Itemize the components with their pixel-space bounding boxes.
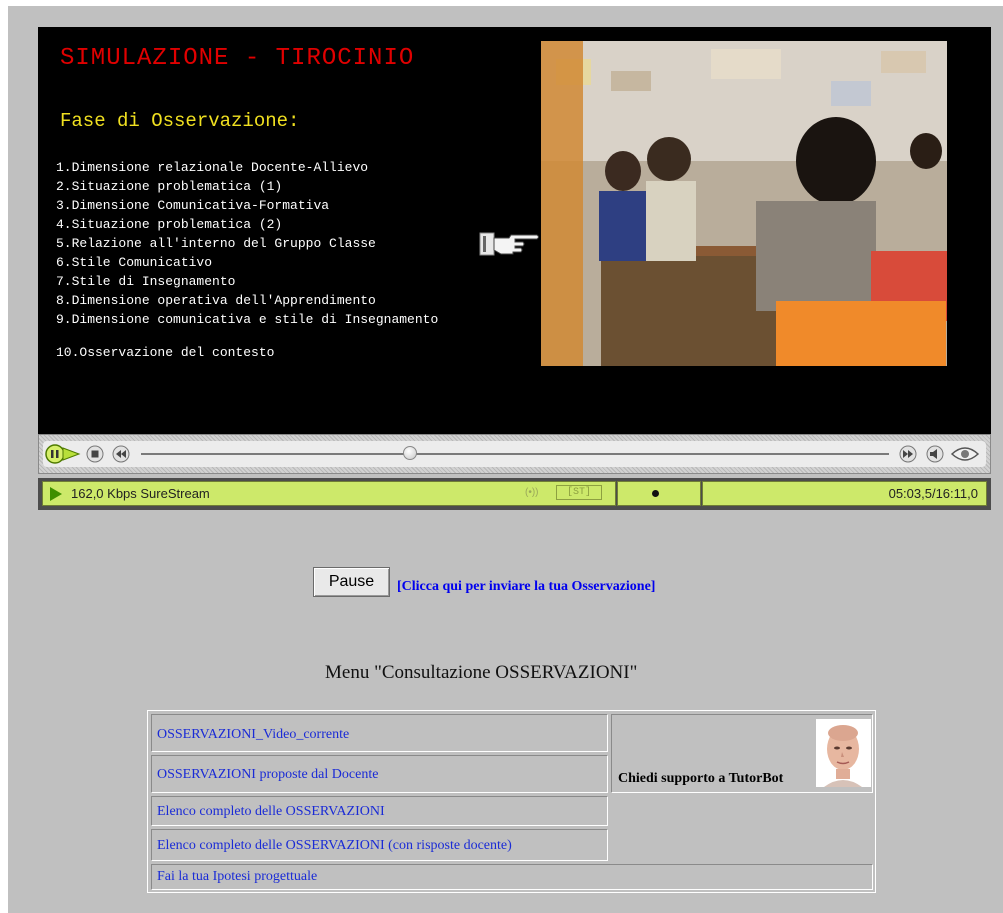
controls-panel [43, 441, 986, 467]
bitrate-text: 162,0 Kbps SureStream [71, 486, 210, 501]
pointing-hand-icon [479, 232, 539, 256]
status-segment-stream: 162,0 Kbps SureStream (•)) [ST] [42, 481, 616, 506]
menu-link-all-observations-answers[interactable]: Elenco completo delle OSSERVAZIONI (con … [157, 838, 512, 854]
observation-item: 8.Dimensione operativa dell'Apprendiment… [56, 293, 376, 308]
pause-button[interactable]: Pause [313, 567, 390, 597]
observation-item: 9.Dimensione comunicativa e stile di Ins… [56, 312, 439, 327]
status-dot [652, 490, 659, 497]
observation-item: 3.Dimensione Comunicativa-Formativa [56, 198, 330, 213]
menu-cell: Elenco completo delle OSSERVAZIONI [151, 796, 608, 826]
menu-cell: Elenco completo delle OSSERVAZIONI (con … [151, 829, 608, 861]
video-title: SIMULAZIONE - TIROCINIO [60, 45, 415, 72]
send-observation-link[interactable]: [Clicca qui per inviare la tua Osservazi… [397, 579, 655, 595]
seek-thumb[interactable] [403, 446, 418, 460]
page-left-border [0, 0, 8, 913]
rewind-icon[interactable] [111, 444, 131, 464]
tutorbot-cell[interactable]: Chiedi supporto a TutorBot [611, 714, 873, 793]
menu-cell: OSSERVAZIONI_Video_corrente [151, 714, 608, 752]
player-controls [38, 434, 991, 474]
signal-icon: (•)) [525, 487, 539, 498]
tutorbot-label[interactable]: Chiedi supporto a TutorBot [618, 771, 783, 787]
menu-link-all-observations[interactable]: Elenco completo delle OSSERVAZIONI [157, 804, 385, 820]
video-player[interactable]: SIMULAZIONE - TIROCINIO Fase di Osservaz… [38, 27, 991, 434]
play-triangle-icon [50, 487, 62, 501]
observations-menu-table: OSSERVAZIONI_Video_corrente OSSERVAZIONI… [147, 710, 876, 893]
observation-item: 5.Relazione all'interno del Gruppo Class… [56, 236, 376, 251]
observation-list: 1.Dimensione relazionale Docente-Allievo… [56, 158, 438, 362]
seek-track[interactable] [141, 453, 889, 455]
observation-item: 4.Situazione problematica (2) [56, 217, 283, 232]
observation-item: 2.Situazione problematica (1) [56, 179, 283, 194]
status-segment-indicator [617, 481, 701, 506]
realplayer-logo-icon[interactable] [949, 444, 981, 464]
player-status-bar: 162,0 Kbps SureStream (•)) [ST] 05:03,5/… [38, 478, 991, 510]
volume-icon[interactable] [925, 444, 945, 464]
video-subtitle: Fase di Osservazione: [60, 110, 300, 132]
observation-item: 1.Dimensione relazionale Docente-Allievo [56, 160, 369, 175]
pause-icon[interactable] [45, 444, 81, 464]
classroom-video-frame [541, 41, 947, 366]
fast-forward-icon[interactable] [898, 444, 918, 464]
status-segment-time: 05:03,5/16:11,0 [702, 481, 987, 506]
tutorbot-avatar-icon[interactable] [816, 719, 871, 787]
menu-cell: Fai la tua Ipotesi progettuale [151, 864, 873, 890]
observation-item: 10.Osservazione del contesto [56, 345, 275, 360]
stereo-indicator: [ST] [556, 485, 602, 500]
menu-link-current-video[interactable]: OSSERVAZIONI_Video_corrente [157, 727, 349, 743]
empty-cell [611, 796, 873, 861]
menu-title: Menu "Consultazione OSSERVAZIONI" [325, 662, 638, 683]
menu-link-teacher-observations[interactable]: OSSERVAZIONI proposte dal Docente [157, 767, 378, 783]
menu-cell: OSSERVAZIONI proposte dal Docente [151, 755, 608, 793]
menu-link-project-hypothesis[interactable]: Fai la tua Ipotesi progettuale [157, 869, 317, 885]
stop-icon[interactable] [85, 444, 105, 464]
observation-item: 7.Stile di Insegnamento [56, 274, 236, 289]
time-readout: 05:03,5/16:11,0 [888, 486, 978, 501]
page-top-border [0, 0, 1003, 6]
observation-item: 6.Stile Comunicativo [56, 255, 213, 270]
